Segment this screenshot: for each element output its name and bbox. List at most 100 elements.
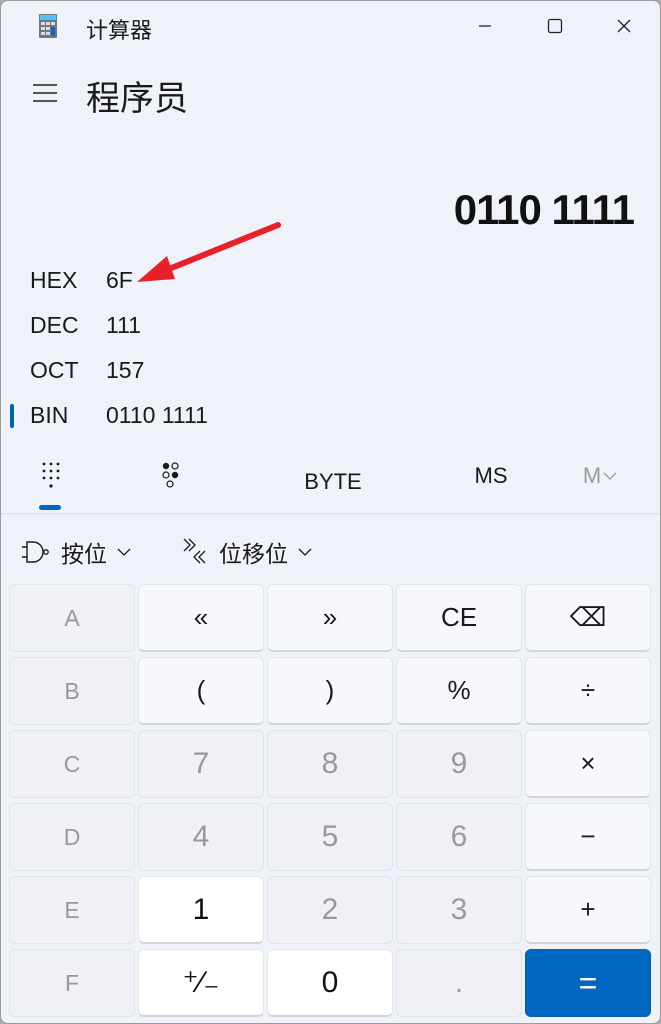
left-shift-label: « [193, 602, 209, 632]
bitwise-gate-icon [22, 541, 49, 563]
close-button[interactable] [601, 9, 647, 43]
navigation-menu-button[interactable] [23, 75, 67, 111]
digit-1-label: 1 [192, 892, 210, 926]
hex-f-button: F [9, 949, 135, 1017]
divide-label: ÷ [580, 675, 596, 705]
negate-button[interactable]: ⁺∕₋ [138, 949, 264, 1017]
bit-toggle-keypad-icon [162, 462, 179, 488]
close-icon [617, 19, 631, 33]
radix-label: BIN [30, 402, 69, 428]
digit-5-button: 5 [267, 803, 393, 871]
backspace-button[interactable]: ⌫ [525, 584, 651, 652]
minimize-icon [479, 25, 491, 27]
hex-e-label: E [64, 896, 80, 923]
maximize-icon [547, 18, 563, 34]
subtract-label: − [580, 821, 596, 851]
close-paren-button[interactable]: ) [267, 657, 393, 725]
keypad: A « » CE ⌫ B ()% ÷ C 7 8 9 × D 4 5 6 − E 1 2 3 + F ⁺∕₋ 0. = [9, 584, 651, 1017]
right-shift-button[interactable]: » [267, 584, 393, 652]
radix-label: HEX [30, 267, 78, 293]
header: 程序员 [1, 63, 660, 123]
decimal-label: . [454, 966, 464, 999]
digit-3-label: 3 [450, 893, 468, 926]
modulo-button[interactable]: % [396, 657, 522, 725]
add-button[interactable]: + [525, 876, 651, 944]
multiply-button[interactable]: × [525, 730, 651, 798]
open-paren-label: ( [196, 675, 206, 705]
radix-row-oct[interactable]: OCT 157 [1, 349, 660, 391]
tab-bit-toggling-keypad[interactable] [149, 449, 193, 503]
digit-3-button: 3 [396, 876, 522, 944]
maximize-button[interactable] [532, 9, 578, 43]
hex-d-button: D [9, 803, 135, 871]
chevron-down-icon [603, 472, 617, 480]
digit-0-label: 0 [321, 965, 339, 999]
memory-list-label: M [582, 463, 602, 488]
digit-8-label: 8 [321, 747, 339, 780]
chevron-down-icon [298, 548, 312, 556]
radix-value: 111 [106, 312, 141, 338]
selected-indicator [10, 404, 14, 428]
hex-c-button: C [9, 730, 135, 798]
divide-button[interactable]: ÷ [525, 657, 651, 725]
left-shift-button[interactable]: « [138, 584, 264, 652]
hex-e-button: E [9, 876, 135, 944]
hex-a-button: A [9, 584, 135, 652]
main-display: 0110 1111 [453, 186, 635, 233]
radix-label: DEC [30, 312, 79, 338]
calculator-window: 计算器 程序员 0110 1111 HEX 6F DEC 111 OCT 157… [0, 0, 661, 1024]
digit-4-label: 4 [192, 820, 210, 853]
radix-value: 6F [106, 267, 133, 293]
backspace-label: ⌫ [569, 602, 607, 632]
clear-entry-label: CE [440, 602, 478, 632]
negate-label: ⁺∕₋ [182, 966, 220, 999]
equals-button[interactable]: = [525, 949, 651, 1017]
digit-1-button[interactable]: 1 [138, 876, 264, 944]
close-paren-label: ) [325, 675, 335, 705]
digit-9-button: 9 [396, 730, 522, 798]
digit-7-button: 7 [138, 730, 264, 798]
divider [1, 513, 660, 515]
digit-9-label: 9 [450, 747, 468, 780]
active-tab-indicator [39, 505, 61, 510]
keypad-tabs: BYTE MS M [1, 449, 660, 511]
radix-row-hex[interactable]: HEX 6F [1, 259, 660, 301]
hex-b-button: B [9, 657, 135, 725]
equals-label: = [578, 964, 598, 1001]
digit-4-button: 4 [138, 803, 264, 871]
bit-shift-label: 位移位 [219, 542, 288, 568]
multiply-label: × [580, 748, 596, 778]
word-size-button[interactable]: BYTE [291, 455, 375, 509]
decimal-button: . [396, 949, 522, 1017]
memory-store-button[interactable]: MS [461, 449, 521, 503]
digit-7-label: 7 [192, 747, 210, 780]
digit-2-button: 2 [267, 876, 393, 944]
bitwise-label: 按位 [61, 542, 107, 568]
radix-row-dec[interactable]: DEC 111 [1, 304, 660, 346]
minimize-button[interactable] [462, 9, 508, 43]
digit-5-label: 5 [321, 820, 339, 853]
digit-6-button: 6 [396, 803, 522, 871]
calculator-icon [39, 14, 57, 38]
hex-c-label: C [63, 750, 81, 777]
digit-0-button[interactable]: 0 [267, 949, 393, 1017]
red-arrow-annotation [137, 222, 281, 282]
bitwise-dropdown[interactable]: 按位 [21, 531, 131, 573]
radix-row-bin[interactable]: BIN 0110 1111 [1, 394, 660, 436]
digit-2-label: 2 [321, 893, 339, 926]
hex-d-label: D [63, 823, 81, 850]
hex-b-label: B [64, 677, 80, 704]
radix-value: 157 [106, 357, 145, 383]
chevron-down-icon [117, 548, 131, 556]
open-paren-button[interactable]: ( [138, 657, 264, 725]
right-shift-label: » [322, 602, 338, 632]
bit-shift-dropdown[interactable]: 位移位 [181, 531, 312, 573]
mode-title: 程序员 [86, 79, 188, 119]
modulo-label: % [447, 675, 471, 705]
hamburger-menu-icon [33, 84, 57, 102]
radix-value: 0110 1111 [106, 402, 208, 428]
clear-entry-button[interactable]: CE [396, 584, 522, 652]
tab-full-keypad[interactable] [29, 449, 73, 503]
subtract-button[interactable]: − [525, 803, 651, 871]
title-bar[interactable]: 计算器 [1, 1, 660, 51]
